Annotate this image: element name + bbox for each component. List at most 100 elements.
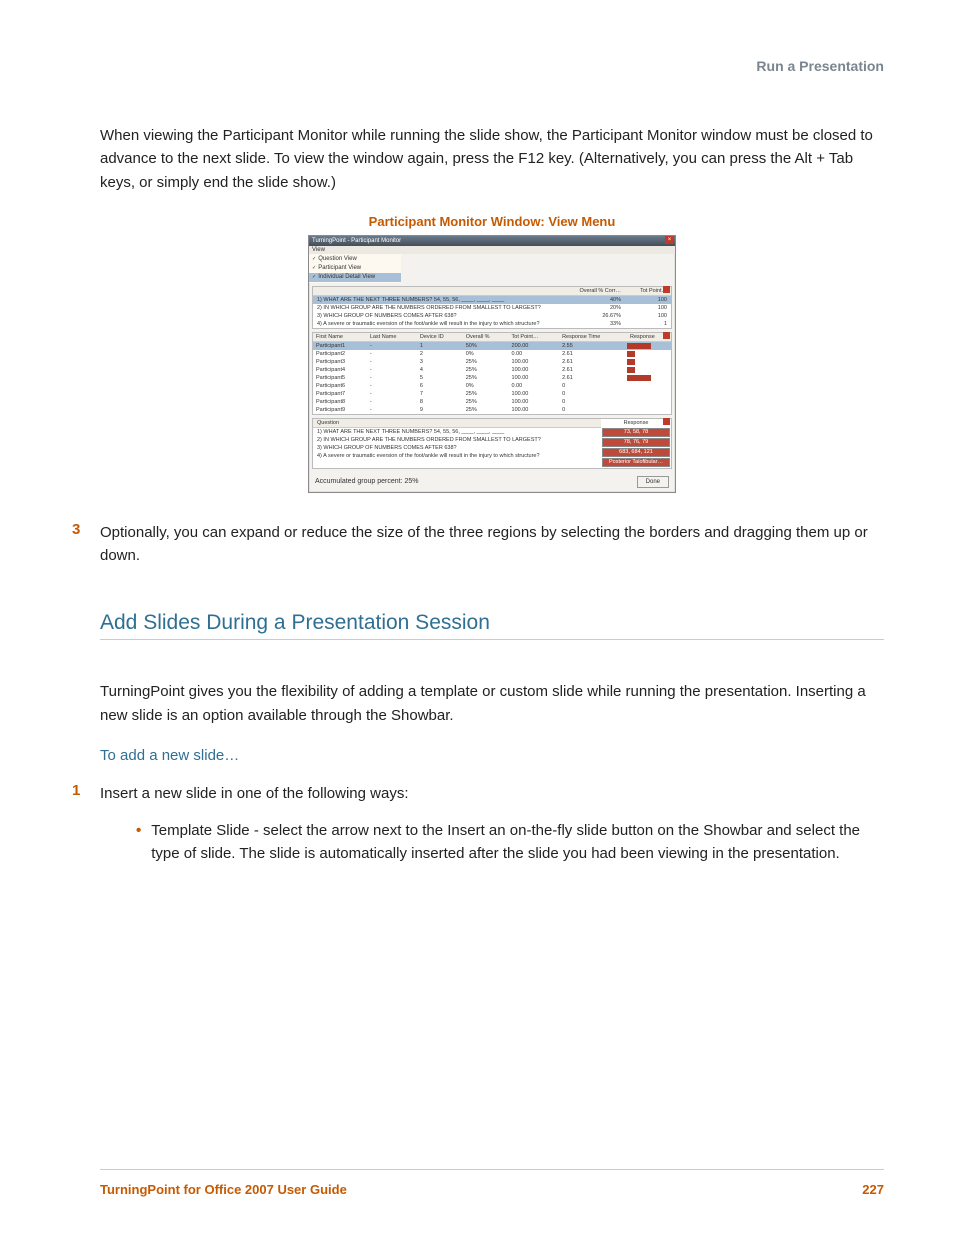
cell-last-name: - bbox=[367, 406, 417, 414]
pane-close-icon[interactable] bbox=[663, 418, 670, 425]
question-pts: 1 bbox=[621, 320, 667, 328]
cell-tot-point: 100.00 bbox=[509, 398, 560, 406]
menu-item-question-view[interactable]: Question View bbox=[309, 255, 401, 264]
cell-response-bar bbox=[627, 390, 671, 398]
cell-first-name: Participant6 bbox=[313, 382, 367, 390]
table-row[interactable]: Participant6-60%0.000 bbox=[313, 382, 671, 390]
procedure-heading: To add a new slide… bbox=[100, 747, 884, 764]
cell-response-bar bbox=[627, 398, 671, 406]
cell-device-id: 6 bbox=[417, 382, 463, 390]
detail-resp-header: Response bbox=[601, 419, 671, 427]
detail-q-text: 3) WHICH GROUP OF NUMBERS COMES AFTER 63… bbox=[317, 444, 597, 452]
question-overview-header: Overall % Corr… Tot Point… bbox=[313, 287, 671, 296]
cell-first-name: Participant8 bbox=[313, 398, 367, 406]
cell-response-time: 2.61 bbox=[559, 374, 627, 382]
question-row[interactable]: 4) A severe or traumatic eversion of the… bbox=[313, 320, 671, 328]
participant-table: First Name Last Name Device ID Overall %… bbox=[313, 333, 671, 414]
body-paragraph-2: TurningPoint gives you the flexibility o… bbox=[100, 680, 884, 727]
table-row[interactable]: Participant5-525%100.002.61 bbox=[313, 374, 671, 382]
table-row[interactable]: Participant9-925%100.000 bbox=[313, 406, 671, 414]
cell-tot-point: 0.00 bbox=[509, 382, 560, 390]
table-row[interactable]: Participant2-20%0.002.61 bbox=[313, 350, 671, 358]
cell-device-id: 9 bbox=[417, 406, 463, 414]
menu-item-individual-detail-view[interactable]: Individual Detail View bbox=[309, 273, 401, 282]
detail-q-row[interactable]: 3) WHICH GROUP OF NUMBERS COMES AFTER 63… bbox=[313, 444, 601, 452]
question-pts: 100 bbox=[621, 296, 667, 304]
cell-overall-pct: 25% bbox=[463, 406, 509, 414]
question-row[interactable]: 3) WHICH GROUP OF NUMBERS COMES AFTER 63… bbox=[313, 312, 671, 320]
th-first-name[interactable]: First Name bbox=[313, 333, 367, 342]
question-row[interactable]: 1) WHAT ARE THE NEXT THREE NUMBERS? 54, … bbox=[313, 296, 671, 304]
participant-table-pane: First Name Last Name Device ID Overall %… bbox=[312, 332, 672, 415]
th-response-time[interactable]: Response Time bbox=[559, 333, 627, 342]
cell-last-name: - bbox=[367, 374, 417, 382]
cell-response-time: 0 bbox=[559, 406, 627, 414]
done-button[interactable]: Done bbox=[637, 476, 669, 488]
cell-first-name: Participant3 bbox=[313, 358, 367, 366]
cell-overall-pct: 50% bbox=[463, 341, 509, 350]
page-number: 227 bbox=[862, 1182, 884, 1197]
cell-overall-pct: 0% bbox=[463, 350, 509, 358]
cell-first-name: Participant2 bbox=[313, 350, 367, 358]
response-value: 78, 76, 79 bbox=[602, 438, 670, 447]
cell-response-bar bbox=[627, 341, 671, 350]
cell-tot-point: 100.00 bbox=[509, 366, 560, 374]
question-pct: 33% bbox=[575, 320, 621, 328]
menu-item-participant-view[interactable]: Participant View bbox=[309, 264, 401, 273]
table-row[interactable]: Participant8-825%100.000 bbox=[313, 398, 671, 406]
step-number-1: 1 bbox=[72, 782, 96, 805]
question-pts: 100 bbox=[621, 304, 667, 312]
cell-tot-point: 0.00 bbox=[509, 350, 560, 358]
question-text: 4) A severe or traumatic eversion of the… bbox=[317, 320, 575, 328]
cell-first-name: Participant9 bbox=[313, 406, 367, 414]
cell-response-time: 2.55 bbox=[559, 341, 627, 350]
cell-response-time: 2.61 bbox=[559, 358, 627, 366]
pane-close-icon[interactable] bbox=[663, 286, 670, 293]
table-row[interactable]: Participant7-725%100.000 bbox=[313, 390, 671, 398]
detail-q-row[interactable]: 2) IN WHICH GROUP ARE THE NUMBERS ORDERE… bbox=[313, 436, 601, 444]
close-icon[interactable]: × bbox=[665, 236, 674, 244]
bullet-icon: • bbox=[136, 819, 141, 866]
cell-tot-point: 200.00 bbox=[509, 341, 560, 350]
table-row[interactable]: Participant1-150%200.002.55 bbox=[313, 341, 671, 350]
detail-q-row[interactable]: 4) A severe or traumatic eversion of the… bbox=[313, 452, 601, 460]
th-device-id[interactable]: Device ID bbox=[417, 333, 463, 342]
pane-close-icon[interactable] bbox=[663, 332, 670, 339]
detail-q-text: 1) WHAT ARE THE NEXT THREE NUMBERS? 54, … bbox=[317, 428, 597, 436]
cell-last-name: - bbox=[367, 341, 417, 350]
view-menu: Question View Participant View Individua… bbox=[309, 254, 401, 283]
question-pct: 20% bbox=[575, 304, 621, 312]
cell-last-name: - bbox=[367, 390, 417, 398]
col-response: Response bbox=[624, 420, 649, 426]
cell-response-bar bbox=[627, 406, 671, 414]
step-1-text: Insert a new slide in one of the followi… bbox=[100, 782, 409, 805]
cell-tot-point: 100.00 bbox=[509, 358, 560, 366]
cell-last-name: - bbox=[367, 382, 417, 390]
menu-view[interactable]: View bbox=[312, 247, 325, 253]
col-question: Question bbox=[317, 419, 597, 427]
detail-q-text: 4) A severe or traumatic eversion of the… bbox=[317, 452, 597, 460]
detail-q-text: 2) IN WHICH GROUP ARE THE NUMBERS ORDERE… bbox=[317, 436, 597, 444]
question-text: 2) IN WHICH GROUP ARE THE NUMBERS ORDERE… bbox=[317, 304, 575, 312]
question-pct: 40% bbox=[575, 296, 621, 304]
table-row[interactable]: Participant3-325%100.002.61 bbox=[313, 358, 671, 366]
th-last-name[interactable]: Last Name bbox=[367, 333, 417, 342]
detail-q-row[interactable]: 1) WHAT ARE THE NEXT THREE NUMBERS? 54, … bbox=[313, 428, 601, 436]
cell-last-name: - bbox=[367, 358, 417, 366]
th-overall-pct[interactable]: Overall % bbox=[463, 333, 509, 342]
cell-overall-pct: 0% bbox=[463, 382, 509, 390]
question-row[interactable]: 2) IN WHICH GROUP ARE THE NUMBERS ORDERE… bbox=[313, 304, 671, 312]
cell-last-name: - bbox=[367, 366, 417, 374]
cell-overall-pct: 25% bbox=[463, 390, 509, 398]
bullet-template-slide: Template Slide - select the arrow next t… bbox=[151, 819, 884, 866]
cell-overall-pct: 25% bbox=[463, 358, 509, 366]
question-pts: 100 bbox=[621, 312, 667, 320]
cell-overall-pct: 25% bbox=[463, 398, 509, 406]
page-header: Run a Presentation bbox=[100, 58, 884, 74]
th-tot-point[interactable]: Tot Point… bbox=[509, 333, 560, 342]
cell-device-id: 1 bbox=[417, 341, 463, 350]
table-row[interactable]: Participant4-425%100.002.61 bbox=[313, 366, 671, 374]
menubar: View bbox=[309, 246, 675, 254]
status-text: Accumulated group percent: 25% bbox=[315, 478, 419, 485]
cell-first-name: Participant5 bbox=[313, 374, 367, 382]
